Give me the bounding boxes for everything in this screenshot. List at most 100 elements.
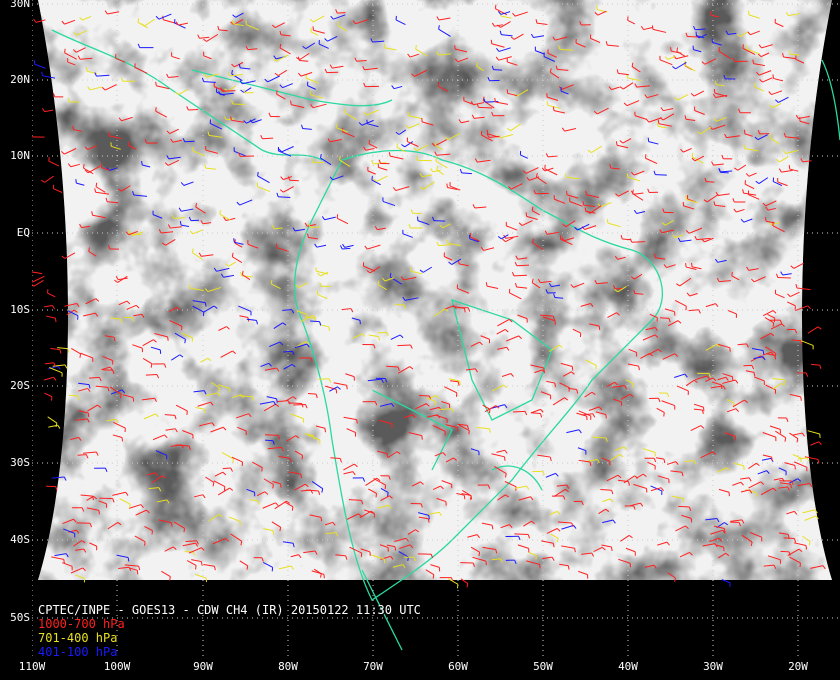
lon-label: 70W bbox=[363, 660, 383, 673]
lat-label: 40S bbox=[10, 533, 30, 546]
legend-items: 1000-700 hPa 701-400 hPa 401-100 hPa bbox=[38, 617, 421, 659]
wind-barb-shaft bbox=[44, 362, 54, 365]
wind-barb-shaft bbox=[655, 174, 667, 176]
legend-item: 701-400 hPa bbox=[38, 631, 118, 645]
wind-barb-flag bbox=[98, 510, 100, 515]
wind-barb-flag bbox=[459, 380, 461, 386]
wind-barb-flag bbox=[457, 427, 459, 432]
lat-label: 30N bbox=[10, 0, 30, 10]
wind-barb-flag bbox=[375, 493, 378, 498]
wind-barb-flag bbox=[805, 372, 809, 377]
wind-barb-shaft bbox=[44, 392, 53, 398]
wind-barb-flag bbox=[72, 125, 74, 130]
wind-barb-flag bbox=[807, 305, 811, 310]
wind-barb bbox=[810, 441, 822, 446]
wind-barb-flag bbox=[531, 206, 534, 211]
wind-barb-flag bbox=[61, 255, 66, 259]
wind-barb-shaft bbox=[516, 264, 530, 267]
wind-barb-flag bbox=[41, 71, 43, 76]
wind-barb-flag bbox=[279, 43, 282, 49]
wind-barb bbox=[50, 348, 62, 354]
wind-barb-shaft bbox=[222, 90, 236, 92]
wind-barb-shaft bbox=[46, 315, 56, 319]
wind-barb-flag bbox=[40, 179, 45, 183]
wind-barb-flag bbox=[454, 45, 456, 50]
satellite-wind-map: 30N 20N 10N EQ 10S 20S 30S 40S 50S 110W 100W 90W 80… bbox=[0, 0, 840, 680]
satellite-layers bbox=[32, 0, 840, 656]
wind-barb-shaft bbox=[34, 63, 46, 69]
wind-barb-flag bbox=[386, 453, 389, 458]
wind-barb-shaft bbox=[513, 274, 527, 277]
wind-barb-flag bbox=[387, 492, 389, 497]
wind-barb-flag bbox=[55, 486, 58, 491]
wind-barb-flag bbox=[610, 546, 613, 552]
wind-barb-flag bbox=[446, 183, 448, 188]
wind-barb-flag bbox=[491, 525, 494, 530]
wind-barb bbox=[48, 424, 61, 429]
wind-barb bbox=[32, 271, 43, 275]
wind-barb-flag bbox=[753, 372, 756, 377]
wind-barb-flag bbox=[670, 47, 672, 52]
wind-barb-flag bbox=[805, 545, 808, 550]
wind-barb-shaft bbox=[53, 188, 63, 193]
wind-barb-flag bbox=[651, 25, 654, 30]
wind-barb-shaft bbox=[222, 467, 231, 470]
wind-barb-shaft bbox=[397, 344, 411, 347]
wind-barb-flag bbox=[57, 365, 61, 370]
wind-barb-shaft bbox=[293, 403, 306, 406]
wind-barb-flag bbox=[691, 152, 694, 157]
wind-barb-flag bbox=[169, 576, 171, 581]
wind-barb-flag bbox=[663, 412, 665, 417]
wind-barb-flag bbox=[320, 517, 323, 522]
lat-label: 20S bbox=[10, 379, 30, 392]
wind-barb-flag bbox=[817, 459, 820, 464]
wind-barb bbox=[44, 305, 55, 310]
wind-barb-flag bbox=[485, 282, 488, 287]
wind-barb-flag bbox=[54, 318, 57, 323]
wind-barb-flag bbox=[150, 363, 153, 368]
wind-barb-flag bbox=[435, 157, 437, 162]
wind-barb bbox=[47, 289, 56, 298]
wind-barb-flag bbox=[478, 551, 481, 557]
wind-barb-shaft bbox=[89, 376, 100, 379]
wind-barb-flag bbox=[819, 364, 822, 370]
wind-barb-flag bbox=[396, 143, 398, 148]
wind-barb-flag bbox=[394, 546, 397, 551]
wind-barb-flag bbox=[556, 538, 559, 543]
wind-barb-shaft bbox=[783, 537, 795, 540]
lon-label: 80W bbox=[278, 660, 298, 673]
wind-barb-flag bbox=[95, 182, 98, 187]
wind-barb bbox=[807, 430, 821, 439]
wind-barb-shaft bbox=[184, 140, 195, 143]
lon-label: 50W bbox=[533, 660, 553, 673]
wind-barb-flag bbox=[384, 484, 387, 490]
wind-barb-shaft bbox=[57, 347, 68, 350]
wind-barb-flag bbox=[137, 18, 140, 23]
wind-barb-shaft bbox=[145, 374, 157, 376]
wind-barb-flag bbox=[257, 171, 259, 176]
wind-barb-flag bbox=[598, 325, 601, 330]
wind-barb bbox=[721, 579, 731, 587]
lon-label: 110W bbox=[18, 660, 46, 673]
lat-label: 30S bbox=[10, 456, 30, 469]
wind-barb-shaft bbox=[811, 363, 820, 366]
lon-label: 60W bbox=[448, 660, 468, 673]
wind-barb-flag bbox=[466, 583, 469, 588]
wind-barb-flag bbox=[456, 584, 459, 589]
wind-barb-flag bbox=[219, 210, 221, 215]
wind-barb bbox=[44, 376, 57, 381]
wind-barb-shaft bbox=[47, 292, 56, 298]
wind-barb-flag bbox=[552, 543, 555, 548]
legend-item: 401-100 hPa bbox=[38, 645, 118, 659]
wind-barb bbox=[34, 60, 46, 69]
wind-barb-flag bbox=[494, 98, 496, 103]
wind-barb-flag bbox=[488, 409, 491, 414]
wind-barb-flag bbox=[171, 522, 173, 527]
map-title: CPTEC/INPE - GOES13 - CDW CH4 (IR) 20150… bbox=[38, 603, 421, 617]
wind-barb-flag bbox=[774, 355, 777, 360]
wind-barb bbox=[42, 107, 54, 113]
wind-barb-flag bbox=[407, 111, 410, 116]
wind-barb-shaft bbox=[264, 439, 274, 442]
wind-barb-flag bbox=[800, 396, 802, 401]
wind-barb-flag bbox=[505, 473, 507, 478]
